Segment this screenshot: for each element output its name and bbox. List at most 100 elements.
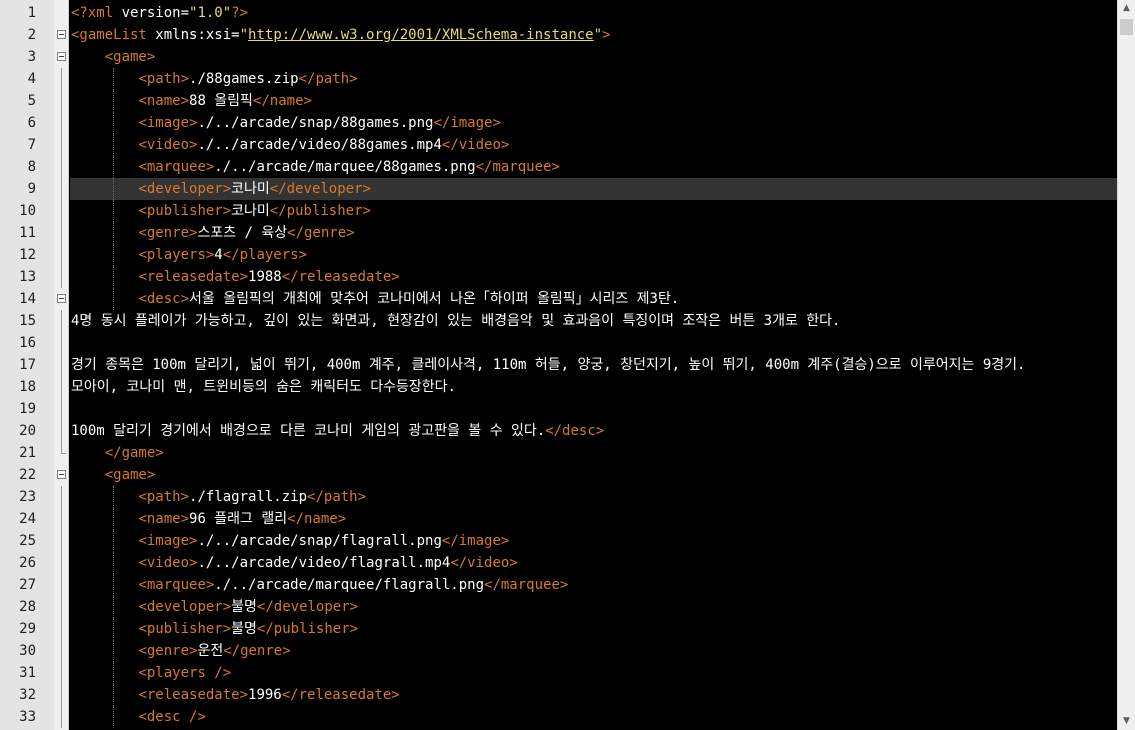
- code-line[interactable]: 33 <desc />: [0, 706, 1117, 728]
- fold-collapse-icon[interactable]: [57, 52, 66, 61]
- code-line[interactable]: 17 경기 종목은 100m 달리기, 넓이 뛰기, 400m 계주, 클레이사격…: [0, 354, 1117, 376]
- code-line[interactable]: 3 <game>: [0, 46, 1117, 68]
- code-lines[interactable]: 1 <?xml version="1.0"?> 2 <gameList xmlns:x…: [0, 2, 1117, 728]
- code-text[interactable]: 모아이, 코나미 맨, 트윈비등의 숨은 캐릭터도 다수등장한다.: [70, 376, 1117, 398]
- code-text[interactable]: <name>88 올림픽</name>: [70, 90, 1117, 112]
- code-line[interactable]: 21 </game>: [0, 442, 1117, 464]
- code-text[interactable]: 100m 달리기 경기에서 배경으로 다른 코나미 게임의 광고판을 볼 수 있…: [70, 420, 1117, 442]
- code-line[interactable]: 30 <genre>운전</genre>: [0, 640, 1117, 662]
- code-text[interactable]: <path>./flagrall.zip</path>: [70, 486, 1117, 508]
- code-line[interactable]: 19: [0, 398, 1117, 420]
- scrollbar-thumb[interactable]: [1120, 19, 1133, 35]
- code-line[interactable]: 6 <image>./../arcade/snap/88games.png</i…: [0, 112, 1117, 134]
- code-text[interactable]: <players>4</players>: [70, 244, 1117, 266]
- vertical-scrollbar[interactable]: ▲ ▼: [1117, 0, 1135, 730]
- code-line[interactable]: 10 <publisher>코나미</publisher>: [0, 200, 1117, 222]
- code-text[interactable]: <image>./../arcade/snap/88games.png</ima…: [70, 112, 1117, 134]
- fold-line-marker: [61, 420, 62, 442]
- code-line[interactable]: 14 <desc>서울 올림픽의 개최에 맞추어 코나미에서 나온「하이퍼 올림…: [0, 288, 1117, 310]
- xml-text: ./../arcade/snap/88games.png: [197, 115, 434, 131]
- xml-text: [71, 621, 138, 637]
- code-line[interactable]: 15 4명 동시 플레이가 가능하고, 깊이 있는 화면과, 현장감이 있는 배경…: [0, 310, 1117, 332]
- code-line[interactable]: 9 <developer>코나미</developer>: [0, 178, 1117, 200]
- code-line[interactable]: 20 100m 달리기 경기에서 배경으로 다른 코나미 게임의 광고판을 볼 수…: [0, 420, 1117, 442]
- code-line[interactable]: 13 <releasedate>1988</releasedate>: [0, 266, 1117, 288]
- fold-collapse-icon[interactable]: [57, 294, 66, 303]
- xml-tag: </genre>: [287, 225, 355, 241]
- scroll-down-arrow-icon[interactable]: ▼: [1118, 713, 1135, 730]
- code-line[interactable]: 4 <path>./88games.zip</path>: [0, 68, 1117, 90]
- code-line[interactable]: 22 <game>: [0, 464, 1117, 486]
- code-text[interactable]: <developer>코나미</developer>: [70, 178, 1117, 200]
- code-line[interactable]: 12 <players>4</players>: [0, 244, 1117, 266]
- xml-text: ./../arcade/marquee/88games.png: [214, 159, 476, 175]
- code-text[interactable]: <name>96 플래그 랠리</name>: [70, 508, 1117, 530]
- fold-line-marker: [61, 90, 62, 112]
- code-text[interactable]: <marquee>./../arcade/marquee/88games.png…: [70, 156, 1117, 178]
- code-line[interactable]: 11 <genre>스포츠 / 육상</genre>: [0, 222, 1117, 244]
- xml-tag: <path>: [138, 71, 190, 87]
- code-line[interactable]: 32 <releasedate>1996</releasedate>: [0, 684, 1117, 706]
- code-text[interactable]: [70, 398, 1117, 420]
- code-line[interactable]: 2 <gameList xmlns:xsi="http://www.w3.org/…: [0, 24, 1117, 46]
- code-line[interactable]: 26 <video>./../arcade/video/flagrall.mp4…: [0, 552, 1117, 574]
- code-text[interactable]: <game>: [70, 46, 1117, 68]
- code-text[interactable]: <genre>스포츠 / 육상</genre>: [70, 222, 1117, 244]
- scroll-up-arrow-icon[interactable]: ▲: [1118, 0, 1135, 17]
- xml-tag: <genre>: [138, 225, 198, 241]
- code-text[interactable]: <developer>불명</developer>: [70, 596, 1117, 618]
- xml-text: ./../arcade/video/88games.mp4: [197, 137, 442, 153]
- xml-tag: </developer>: [256, 599, 359, 615]
- code-line[interactable]: 28 <developer>불명</developer>: [0, 596, 1117, 618]
- code-text[interactable]: <players />: [70, 662, 1117, 684]
- code-line[interactable]: 18 모아이, 코나미 맨, 트윈비등의 숨은 캐릭터도 다수등장한다.: [0, 376, 1117, 398]
- xml-tag: <path>: [138, 489, 190, 505]
- code-editor[interactable]: 1 <?xml version="1.0"?> 2 <gameList xmlns:x…: [0, 0, 1135, 730]
- code-text[interactable]: <video>./../arcade/video/flagrall.mp4</v…: [70, 552, 1117, 574]
- code-text[interactable]: <publisher>코나미</publisher>: [70, 200, 1117, 222]
- line-number: 8: [27, 159, 36, 175]
- code-line[interactable]: 24 <name>96 플래그 랠리</name>: [0, 508, 1117, 530]
- indent-guide: [113, 618, 114, 640]
- code-text[interactable]: <image>./../arcade/snap/flagrall.png</im…: [70, 530, 1117, 552]
- code-line[interactable]: 1 <?xml version="1.0"?>: [0, 2, 1117, 24]
- xml-tag: </video>: [441, 137, 510, 153]
- xml-tag: <players>: [138, 247, 215, 263]
- code-line[interactable]: 27 <marquee>./../arcade/marquee/flagrall…: [0, 574, 1117, 596]
- code-text[interactable]: <game>: [70, 464, 1117, 486]
- code-line[interactable]: 16: [0, 332, 1117, 354]
- code-line[interactable]: 25 <image>./../arcade/snap/flagrall.png<…: [0, 530, 1117, 552]
- code-text[interactable]: <gameList xmlns:xsi="http://www.w3.org/2…: [70, 24, 1117, 46]
- code-text[interactable]: <releasedate>1996</releasedate>: [70, 684, 1117, 706]
- code-line[interactable]: 31 <players />: [0, 662, 1117, 684]
- xml-tag: </developer>: [269, 181, 371, 197]
- code-text[interactable]: <desc />: [70, 706, 1117, 728]
- code-text[interactable]: <genre>운전</genre>: [70, 640, 1117, 662]
- code-line[interactable]: 23 <path>./flagrall.zip</path>: [0, 486, 1117, 508]
- code-text[interactable]: <desc>서울 올림픽의 개최에 맞추어 코나미에서 나온「하이퍼 올림픽」시…: [70, 288, 1117, 310]
- xml-tag: </releasedate>: [281, 269, 400, 285]
- xml-tag: </path>: [307, 489, 367, 505]
- xml-url-link[interactable]: http://www.w3.org/2001/XMLSchema-instanc…: [248, 27, 594, 43]
- code-text[interactable]: <marquee>./../arcade/marquee/flagrall.pn…: [70, 574, 1117, 596]
- xml-text: 100m 달리기 경기에서 배경으로 다른 코나미 게임의 광고판을 볼 수 있…: [71, 423, 546, 439]
- code-text[interactable]: <?xml version="1.0"?>: [70, 2, 1117, 24]
- code-text[interactable]: 4명 동시 플레이가 가능하고, 깊이 있는 화면과, 현장감이 있는 배경음악…: [70, 310, 1117, 332]
- code-text[interactable]: <path>./88games.zip</path>: [70, 68, 1117, 90]
- code-text[interactable]: <publisher>불명</publisher>: [70, 618, 1117, 640]
- line-number: 15: [19, 313, 36, 329]
- code-line[interactable]: 7 <video>./../arcade/video/88games.mp4</…: [0, 134, 1117, 156]
- code-line[interactable]: 8 <marquee>./../arcade/marquee/88games.p…: [0, 156, 1117, 178]
- code-text[interactable]: 경기 종목은 100m 달리기, 넓이 뛰기, 400m 계주, 클레이사격, …: [70, 354, 1117, 376]
- xml-text: 1996: [248, 687, 282, 703]
- indent-guide: [113, 266, 114, 288]
- code-text[interactable]: [70, 332, 1117, 354]
- code-text[interactable]: </game>: [70, 442, 1117, 464]
- xml-text: [71, 533, 138, 549]
- code-text[interactable]: <video>./../arcade/video/88games.mp4</vi…: [70, 134, 1117, 156]
- code-line[interactable]: 29 <publisher>불명</publisher>: [0, 618, 1117, 640]
- fold-collapse-icon[interactable]: [57, 470, 66, 479]
- fold-collapse-icon[interactable]: [57, 30, 66, 39]
- code-text[interactable]: <releasedate>1988</releasedate>: [70, 266, 1117, 288]
- code-line[interactable]: 5 <name>88 올림픽</name>: [0, 90, 1117, 112]
